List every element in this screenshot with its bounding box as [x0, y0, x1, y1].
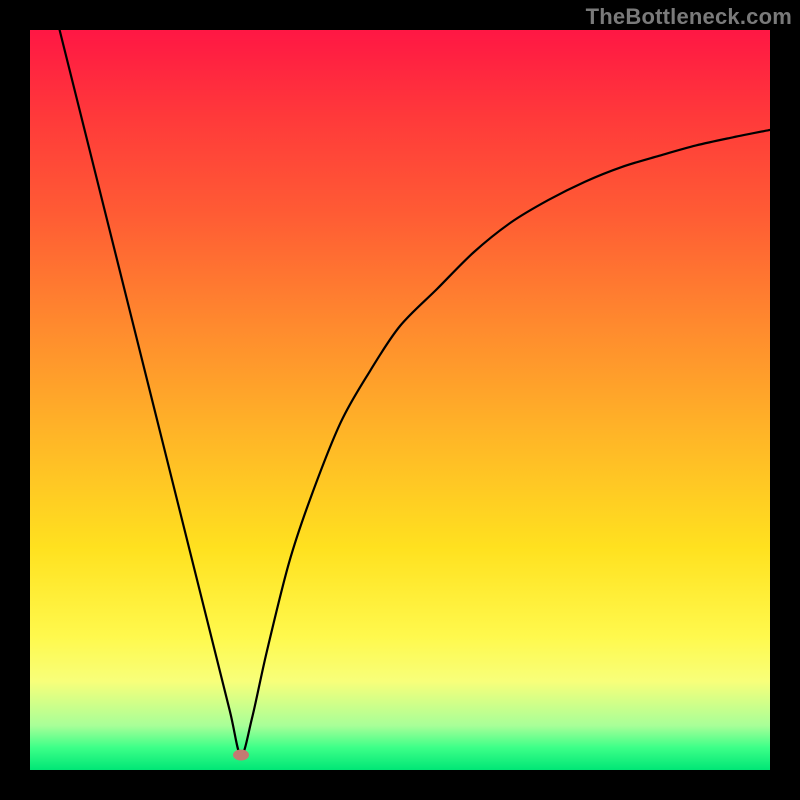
chart-frame: TheBottleneck.com	[0, 0, 800, 800]
gradient-plot-area	[30, 30, 770, 770]
bottleneck-curve	[60, 30, 770, 755]
curve-svg	[30, 30, 770, 770]
watermark-text: TheBottleneck.com	[586, 4, 792, 30]
minimum-marker	[233, 750, 249, 761]
